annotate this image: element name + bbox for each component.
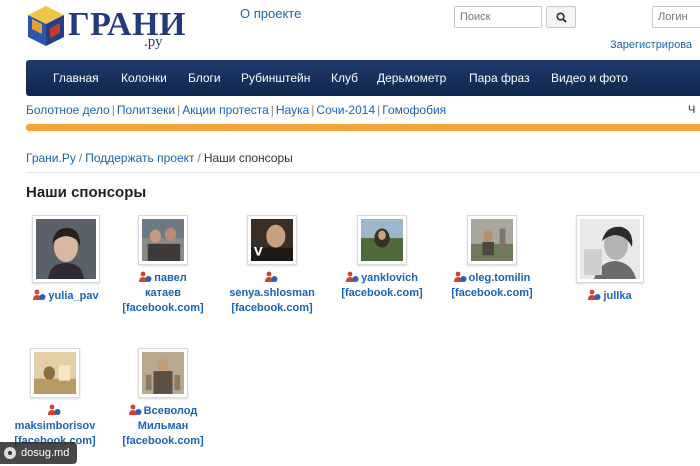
svg-text:V: V <box>254 244 263 258</box>
sponsor-photo-image <box>580 219 640 279</box>
breadcrumb: Грани.Ру / Поддержать проект / Наши спонсоры <box>26 151 293 165</box>
sponsor-name-link[interactable]: yanklovich <box>327 271 437 286</box>
topic-link[interactable]: Политзеки <box>117 103 175 117</box>
nav-item-video-photo[interactable]: Видео и фото <box>551 60 628 96</box>
nav-item-club[interactable]: Клуб <box>331 60 358 96</box>
divider <box>26 172 700 173</box>
nav-item-columns[interactable]: Колонки <box>121 60 167 96</box>
nav-item-blogs[interactable]: Блоги <box>188 60 221 96</box>
search-input[interactable] <box>454 6 542 28</box>
watermark: dosug.md <box>0 442 78 464</box>
sponsor-card: павел катаев [facebook.com] <box>108 215 218 316</box>
nav-item-para-fraz[interactable]: Пара фраз <box>469 60 530 96</box>
user-icon <box>128 404 142 415</box>
cube-logo-icon <box>28 6 64 46</box>
user-icon <box>47 404 60 415</box>
sponsor-photo[interactable]: V <box>247 215 297 265</box>
topic-link[interactable]: Сочи-2014 <box>316 103 375 117</box>
sponsor-card: jullka <box>555 215 665 304</box>
search-button[interactable] <box>546 6 576 28</box>
sponsor-name-link[interactable]: Всеволод <box>108 404 218 419</box>
sponsor-name-link[interactable] <box>0 404 110 419</box>
sponsor-card: oleg.tomilin [facebook.com] <box>437 215 547 301</box>
sponsor-name-link[interactable]: катаев <box>108 286 218 301</box>
topics-overflow-text: Ч <box>688 104 696 116</box>
sponsor-source-link[interactable]: [facebook.com] <box>108 301 218 316</box>
sponsor-card: yanklovich [facebook.com] <box>327 215 437 301</box>
topics-bar: Болотное дело | Политзеки | Акции протеста | Н… <box>26 103 447 117</box>
login-input[interactable] <box>652 6 700 28</box>
main-nav: Главная Колонки Блоги Рубинштейн Клуб Де… <box>26 60 700 96</box>
sponsor-photo[interactable] <box>467 215 517 265</box>
page-title: Наши спонсоры <box>26 184 147 201</box>
sponsor-photo-image <box>36 219 96 279</box>
about-link[interactable]: О проекте <box>240 6 301 21</box>
sponsor-photo[interactable] <box>357 215 407 265</box>
register-link[interactable]: Зарегистрирова <box>610 39 692 51</box>
user-icon <box>264 271 277 282</box>
search-icon <box>555 11 567 23</box>
topic-link[interactable]: Наука <box>276 103 309 117</box>
sponsor-photo[interactable] <box>138 215 188 265</box>
sponsor-name-link[interactable]: павел <box>108 271 218 286</box>
topic-link[interactable]: Гомофобия <box>382 103 446 117</box>
breadcrumb-home[interactable]: Грани.Ру <box>26 151 76 165</box>
sponsor-source-link[interactable]: [facebook.com] <box>437 286 547 301</box>
sponsor-card: V senya.shlosman [facebook.com] <box>217 215 327 316</box>
sponsor-source-link[interactable]: [facebook.com] <box>217 301 327 316</box>
sponsor-name-link[interactable] <box>217 271 327 286</box>
user-icon <box>33 289 46 300</box>
sponsor-card: yulia_pav <box>11 215 121 304</box>
sponsor-name-link[interactable]: oleg.tomilin <box>437 271 547 286</box>
sponsor-card: maksimborisov [facebook.com] <box>0 348 110 449</box>
breadcrumb-support[interactable]: Поддержать проект <box>85 151 194 165</box>
nav-item-home[interactable]: Главная <box>53 60 99 96</box>
sponsor-name-link[interactable]: Мильман <box>108 419 218 434</box>
watermark-text: dosug.md <box>21 447 70 459</box>
accent-bar <box>26 124 700 131</box>
sponsor-photo[interactable] <box>32 215 100 283</box>
sponsor-name-link[interactable]: maksimborisov <box>0 419 110 434</box>
user-icon <box>139 271 152 282</box>
sponsor-photo-image <box>471 219 513 261</box>
sponsor-name-link[interactable]: jullka <box>555 289 665 304</box>
sponsor-photo-image <box>34 352 76 394</box>
user-icon <box>346 271 359 282</box>
site-logo[interactable]: ГРАНИ .ру <box>26 4 186 50</box>
nav-item-rubinstein[interactable]: Рубинштейн <box>241 60 310 96</box>
sponsor-photo[interactable] <box>138 348 188 398</box>
watermark-logo-icon <box>4 447 16 459</box>
sponsor-name-link[interactable]: yulia_pav <box>11 289 121 304</box>
sponsor-photo-image: V <box>251 219 293 261</box>
sponsor-card: Всеволод Мильман [facebook.com] <box>108 348 218 449</box>
sponsor-name-link[interactable]: senya.shlosman <box>217 286 327 301</box>
user-icon <box>453 271 467 282</box>
logo-wordmark: ГРАНИ <box>68 6 186 43</box>
sponsor-photo-image <box>361 219 403 261</box>
logo-domain: .ру <box>144 34 163 50</box>
nav-item-dermometr[interactable]: Дерьмометр <box>377 60 446 96</box>
sponsor-photo[interactable] <box>30 348 80 398</box>
sponsor-photo-image <box>142 219 184 261</box>
sponsor-source-link[interactable]: [facebook.com] <box>108 434 218 449</box>
breadcrumb-current: Наши спонсоры <box>203 151 293 165</box>
topic-link[interactable]: Болотное дело <box>26 103 110 117</box>
user-icon <box>588 289 601 300</box>
topic-link[interactable]: Акции протеста <box>182 103 269 117</box>
sponsor-source-link[interactable]: [facebook.com] <box>327 286 437 301</box>
sponsor-photo[interactable] <box>576 215 644 283</box>
sponsor-photo-image <box>142 352 184 394</box>
